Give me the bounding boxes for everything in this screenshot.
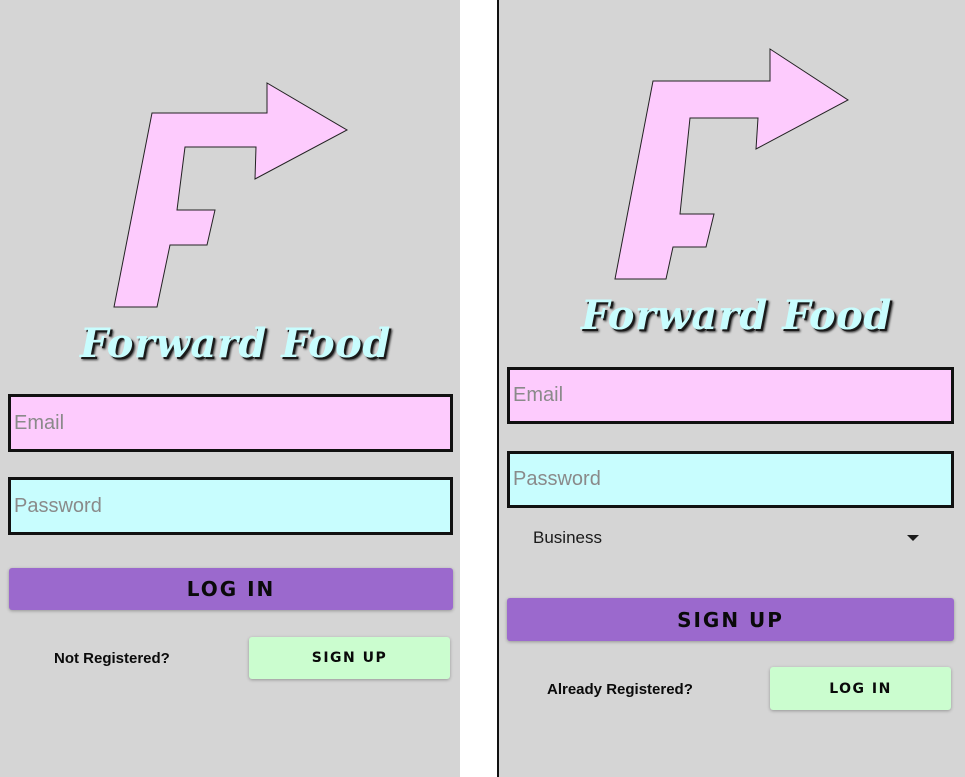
signup-button[interactable]: SIGN UP [249, 637, 450, 679]
login-screen: Forward Food LOG IN Not Registered? SIGN… [0, 0, 460, 777]
brand-title: Forward Food [80, 320, 391, 367]
login-button[interactable]: LOG IN [770, 667, 951, 710]
already-registered-label: Already Registered? [547, 681, 693, 698]
email-input[interactable] [507, 367, 954, 424]
login-button[interactable]: LOG IN [9, 568, 453, 610]
caret-down-icon [907, 535, 919, 541]
password-input[interactable] [507, 451, 954, 508]
password-input[interactable] [8, 477, 453, 535]
signup-screen: Forward Food Business SIGN UP Already Re… [497, 0, 965, 777]
account-type-value: Business [533, 528, 602, 547]
brand-title: Forward Food [581, 292, 892, 339]
account-type-dropdown[interactable]: Business [533, 526, 919, 550]
forward-food-logo-icon [113, 82, 349, 308]
signup-button[interactable]: SIGN UP [507, 598, 954, 641]
not-registered-label: Not Registered? [54, 650, 170, 667]
email-input[interactable] [8, 394, 453, 452]
forward-food-logo-icon [614, 48, 849, 280]
